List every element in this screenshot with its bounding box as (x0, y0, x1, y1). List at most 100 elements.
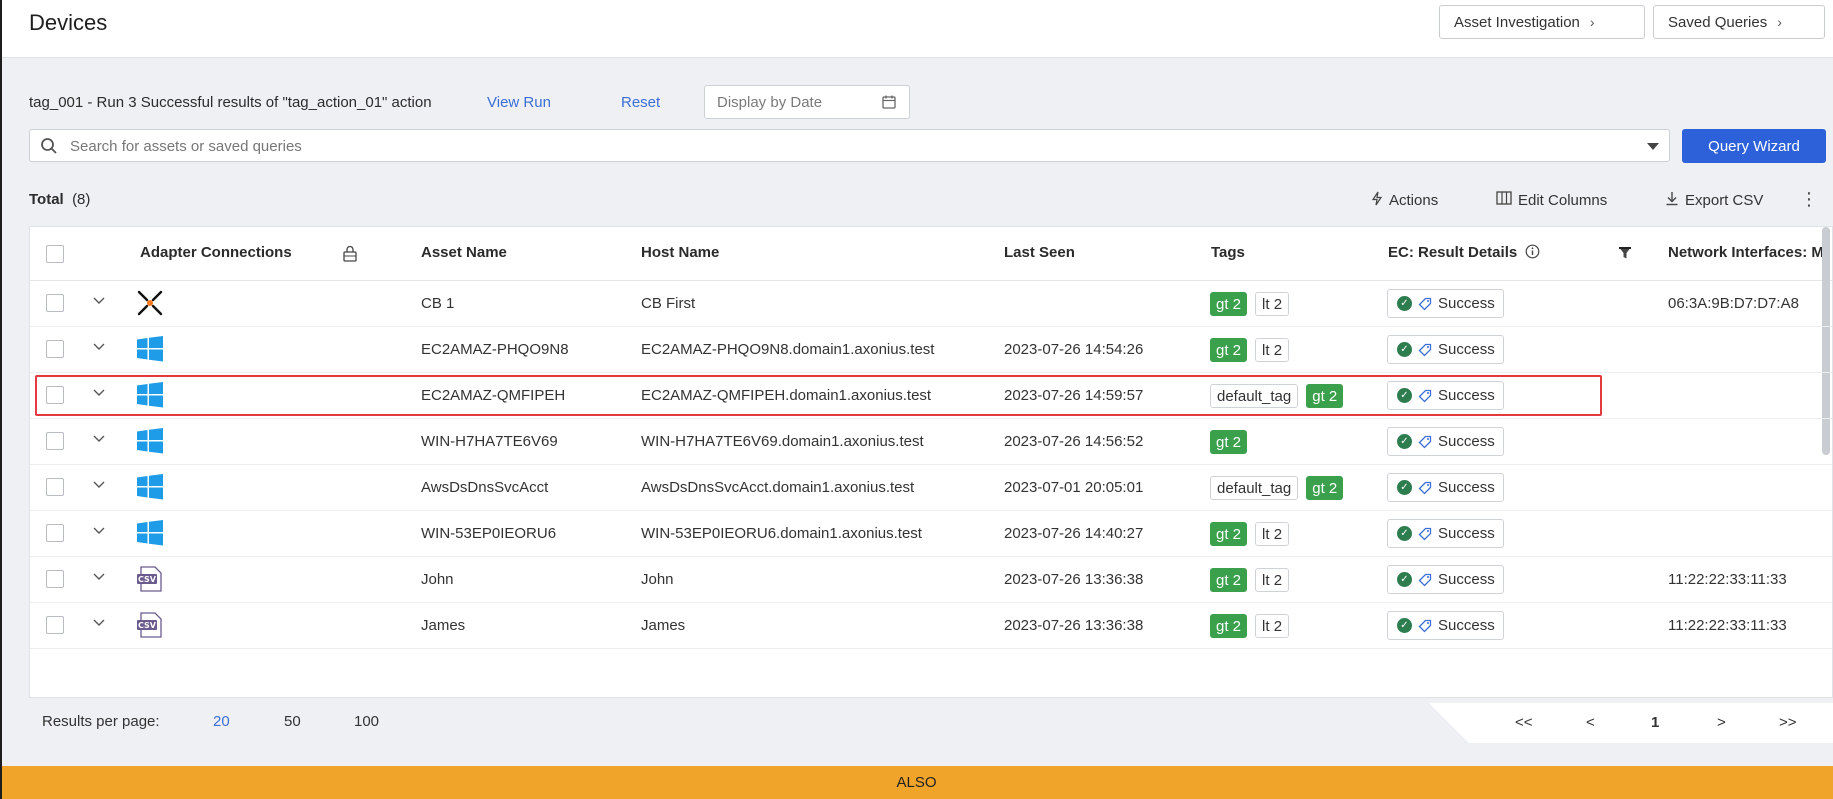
tag-badge[interactable]: lt 2 (1255, 338, 1290, 362)
next-page-button[interactable]: > (1717, 714, 1726, 731)
search-input[interactable] (70, 134, 1630, 158)
result-details-badge[interactable]: ✓ Success (1387, 289, 1504, 318)
info-icon[interactable] (1525, 244, 1540, 263)
more-options-icon[interactable]: ⋮ (1800, 189, 1818, 210)
expand-row-chevron-icon[interactable] (92, 432, 106, 447)
csv-adapter-icon: CSV (136, 566, 166, 594)
chevron-down-icon[interactable] (1647, 143, 1659, 150)
host-name-cell: CB First (641, 295, 696, 312)
check-circle-icon: ✓ (1397, 572, 1412, 587)
tags-cell: default_tag gt 2 (1210, 476, 1344, 500)
tag-badge[interactable]: gt 2 (1210, 338, 1248, 362)
tag-badge[interactable]: lt 2 (1255, 292, 1290, 316)
col-ec-result-details[interactable]: EC: Result Details (1388, 244, 1540, 263)
display-by-date-picker[interactable]: Display by Date (704, 85, 910, 119)
col-host-name[interactable]: Host Name (641, 244, 719, 261)
table-row[interactable]: EC2AMAZ-PHQO9N8 EC2AMAZ-PHQO9N8.domain1.a… (30, 327, 1832, 373)
host-name-cell: WIN-53EP0IEORU6.domain1.axonius.test (641, 525, 922, 542)
page-size-20[interactable]: 20 (213, 713, 230, 730)
row-checkbox[interactable] (46, 294, 64, 312)
select-all-checkbox[interactable] (46, 245, 64, 263)
tag-badge[interactable]: gt 2 (1210, 614, 1248, 638)
chevron-right-icon: › (1777, 14, 1782, 30)
check-circle-icon: ✓ (1397, 526, 1412, 541)
result-details-badge[interactable]: ✓ Success (1387, 427, 1504, 456)
result-label: Success (1438, 571, 1495, 588)
host-name-cell: John (641, 571, 674, 588)
tag-badge[interactable]: gt 2 (1210, 430, 1248, 454)
table-row[interactable]: CB 1 CB First gt 2 lt 2 ✓ Success 06:3A:9B:D7:… (30, 281, 1832, 327)
result-details-badge[interactable]: ✓ Success (1387, 611, 1504, 640)
table-row[interactable]: WIN-53EP0IEORU6 WIN-53EP0IEORU6.domain1.a… (30, 511, 1832, 557)
reset-link[interactable]: Reset (621, 94, 660, 111)
expand-row-chevron-icon[interactable] (92, 570, 106, 585)
footer-text: ALSO (896, 774, 937, 791)
col-tags[interactable]: Tags (1211, 244, 1245, 261)
actions-button[interactable]: Actions (1371, 191, 1438, 210)
total-label: Total (29, 191, 64, 208)
tag-badge[interactable]: gt 2 (1210, 292, 1248, 316)
window-edge (0, 0, 2, 799)
prev-page-button[interactable]: < (1586, 714, 1595, 731)
total-count: Total (8) (29, 191, 90, 208)
page-size-50[interactable]: 50 (284, 713, 301, 730)
table-row[interactable]: AwsDsDnsSvcAcct AwsDsDnsSvcAcct.domain1.a… (30, 465, 1832, 511)
col-adapter-connections[interactable]: Adapter Connections (140, 244, 292, 261)
expand-row-chevron-icon[interactable] (92, 524, 106, 539)
result-details-badge[interactable]: ✓ Success (1387, 519, 1504, 548)
result-label: Success (1438, 295, 1495, 312)
expand-row-chevron-icon[interactable] (92, 478, 106, 493)
col-last-seen[interactable]: Last Seen (1004, 244, 1075, 261)
expand-row-chevron-icon[interactable] (92, 340, 106, 355)
tag-badge[interactable]: gt 2 (1210, 522, 1248, 546)
saved-queries-button[interactable]: Saved Queries › (1653, 5, 1825, 39)
export-csv-button[interactable]: Export CSV (1665, 191, 1763, 210)
result-details-badge[interactable]: ✓ Success (1387, 335, 1504, 364)
row-checkbox[interactable] (46, 432, 64, 450)
pagination-bar: Results per page: 20 50 100 << < 1 > >> (29, 703, 1833, 743)
view-run-link[interactable]: View Run (487, 94, 551, 111)
table-row[interactable]: CSV John John 2023-07-26 13:36:38 gt 2 lt 2 ✓ S… (30, 557, 1832, 603)
row-checkbox[interactable] (46, 524, 64, 542)
lock-icon[interactable] (342, 245, 358, 267)
search-icon (40, 137, 58, 160)
tag-badge[interactable]: default_tag (1210, 476, 1299, 500)
windows-adapter-icon (136, 474, 166, 502)
search-bar (29, 129, 1670, 162)
page-navigation: << < 1 > >> (1429, 703, 1833, 743)
result-details-badge[interactable]: ✓ Success (1387, 565, 1504, 594)
col-asset-name[interactable]: Asset Name (421, 244, 507, 261)
tag-badge[interactable]: lt 2 (1255, 522, 1290, 546)
expand-row-chevron-icon[interactable] (92, 294, 106, 309)
tag-badge[interactable]: gt 2 (1306, 476, 1344, 500)
asset-name-cell: AwsDsDnsSvcAcct (421, 479, 549, 496)
tags-cell: gt 2 (1210, 430, 1248, 454)
table-row[interactable]: CSV James James 2023-07-26 13:36:38 gt 2 lt 2… (30, 603, 1832, 649)
tag-badge[interactable]: lt 2 (1255, 568, 1290, 592)
result-details-badge[interactable]: ✓ Success (1387, 473, 1504, 502)
carbonblack-adapter-icon (136, 290, 166, 318)
tag-badge[interactable]: lt 2 (1255, 614, 1290, 638)
page-title: Devices (29, 10, 108, 35)
first-page-button[interactable]: << (1515, 714, 1533, 731)
table-row[interactable]: WIN-H7HA7TE6V69 WIN-H7HA7TE6V69.domain1.a… (30, 419, 1832, 465)
row-checkbox[interactable] (46, 616, 64, 634)
row-checkbox[interactable] (46, 478, 64, 496)
page-size-100[interactable]: 100 (354, 713, 379, 730)
current-page[interactable]: 1 (1651, 714, 1659, 731)
date-placeholder: Display by Date (717, 93, 823, 111)
filter-icon[interactable] (1618, 246, 1632, 265)
edit-columns-button[interactable]: Edit Columns (1496, 191, 1607, 209)
row-checkbox[interactable] (46, 340, 64, 358)
col-network-interfaces[interactable]: Network Interfaces: M (1668, 244, 1824, 261)
run-description: tag_001 - Run 3 Successful results of "t… (29, 94, 432, 111)
host-name-cell: AwsDsDnsSvcAcct.domain1.axonius.test (641, 479, 915, 496)
tag-badge[interactable]: gt 2 (1210, 568, 1248, 592)
asset-investigation-button[interactable]: Asset Investigation › (1439, 5, 1645, 39)
tags-cell: gt 2 lt 2 (1210, 568, 1290, 592)
query-wizard-button[interactable]: Query Wizard (1682, 129, 1826, 163)
expand-row-chevron-icon[interactable] (92, 616, 106, 631)
tag-icon (1418, 619, 1432, 633)
row-checkbox[interactable] (46, 570, 64, 588)
last-page-button[interactable]: >> (1779, 714, 1797, 731)
